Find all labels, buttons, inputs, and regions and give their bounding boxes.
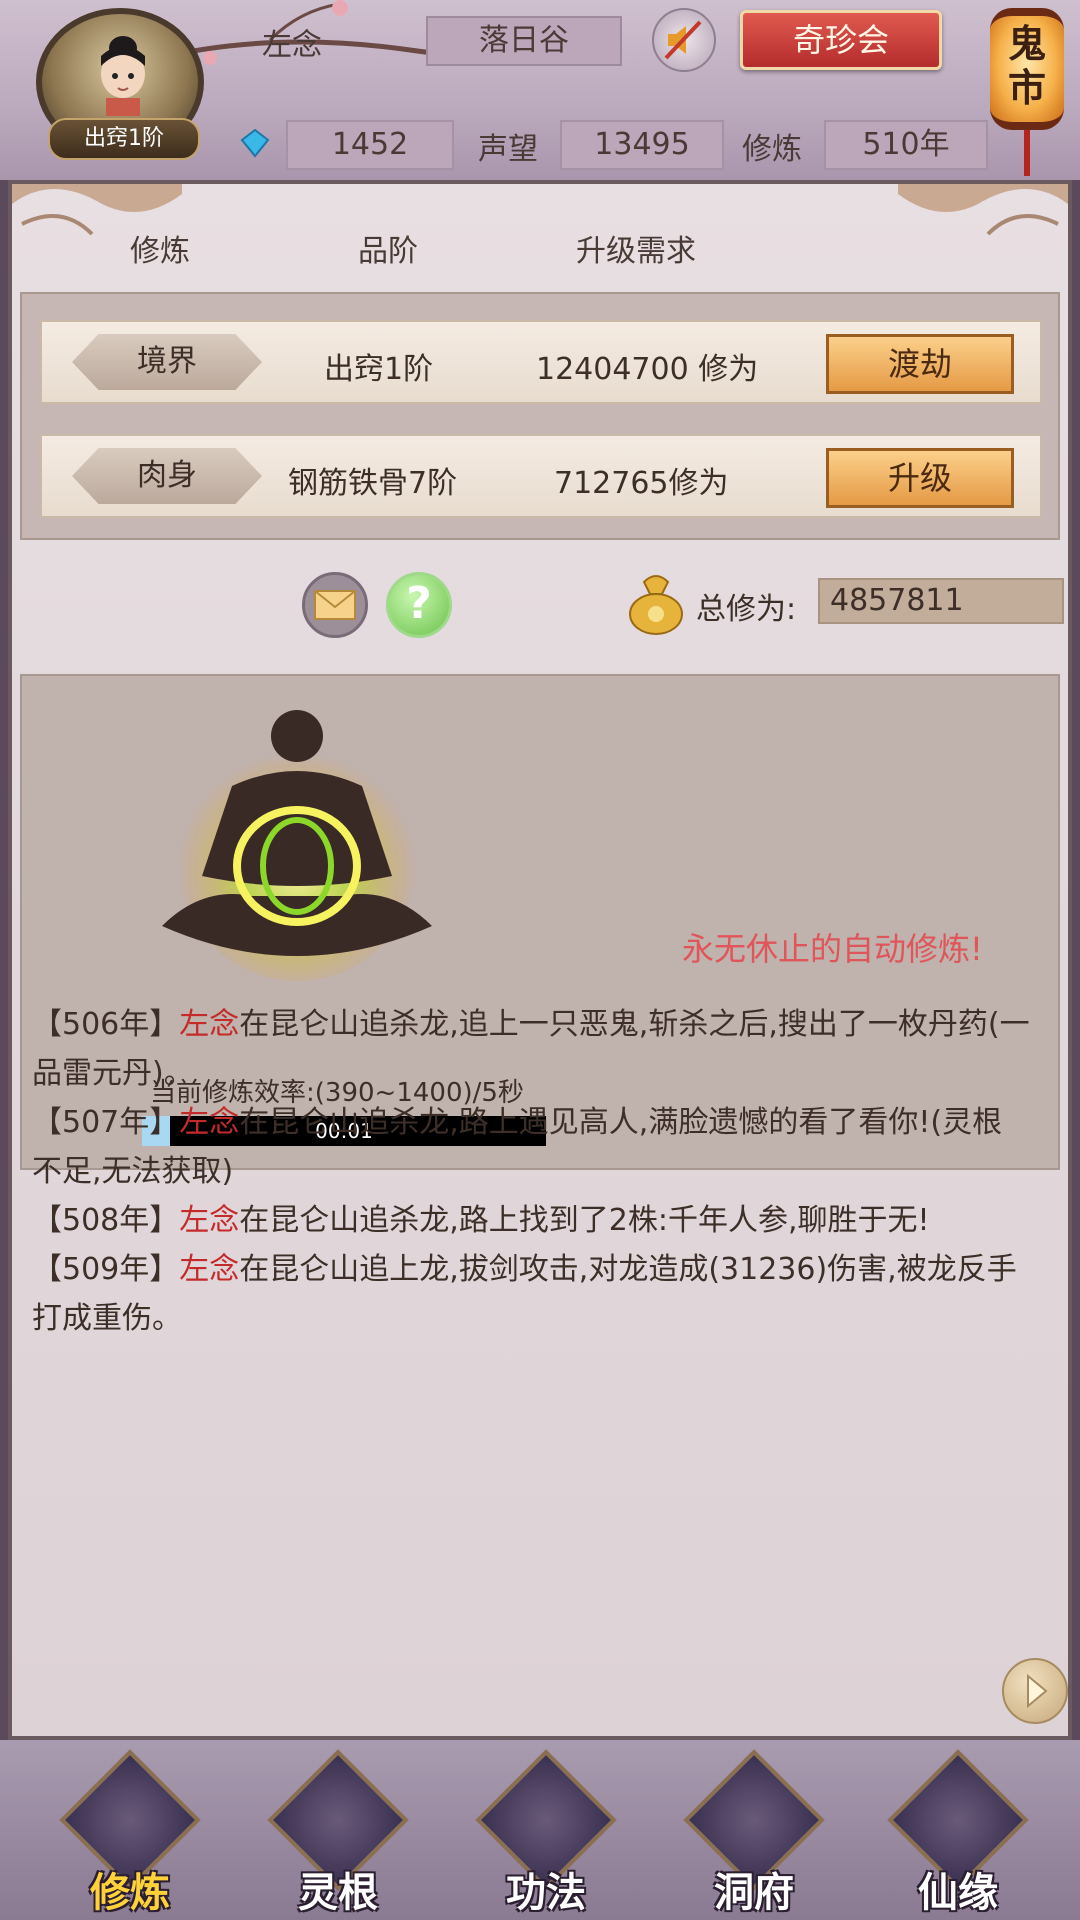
- rank-badge: 出窍1阶: [48, 118, 200, 160]
- log-entry: 【507年】左念在昆仑山追杀龙,路上遇见高人,满脸遗憾的看了看你!(灵根不足,无…: [32, 1098, 1032, 1196]
- ghost-market-label: 鬼市: [1007, 21, 1046, 110]
- realm-requirement: 12404700 修为: [536, 352, 759, 387]
- body-row: 肉身 钢筋铁骨7阶 712765修为 升级: [40, 434, 1042, 518]
- speaker-muted-icon: [664, 20, 702, 60]
- nav-spirit-root[interactable]: 灵根: [258, 1749, 418, 1920]
- realm-row: 境界 出窍1阶 12404700 修为 渡劫: [40, 320, 1042, 404]
- nav-cultivation[interactable]: 修炼: [50, 1749, 210, 1920]
- location-label[interactable]: 落日谷: [426, 16, 622, 66]
- header-upgrade-requirement: 升级需求: [576, 234, 696, 269]
- next-page-button[interactable]: [1002, 1658, 1068, 1724]
- body-tag: 肉身: [72, 448, 262, 504]
- nav-label: 修炼: [90, 1870, 170, 1916]
- gem-icon: [240, 128, 270, 158]
- log-year: 【506年】: [32, 1007, 180, 1042]
- avatar-portrait-icon: [101, 36, 145, 116]
- help-button[interactable]: ?: [386, 572, 452, 638]
- prestige-value: 13495: [560, 120, 724, 170]
- log-player-name: 左念: [179, 1105, 240, 1140]
- money-bag-icon: [629, 575, 683, 635]
- log-year: 【507年】: [32, 1105, 180, 1140]
- auto-cultivation-text: 永无休止的自动修炼!: [682, 930, 983, 968]
- log-year: 【508年】: [32, 1203, 180, 1238]
- meditating-silhouette-icon: [162, 710, 432, 981]
- cultivation-label: 修炼: [742, 132, 802, 167]
- log-player-name: 左念: [179, 1203, 240, 1238]
- cloud-ornament-right: [898, 184, 1068, 236]
- bottom-navigation: 修炼 灵根 功法 洞府 仙缘: [0, 1740, 1080, 1920]
- cultivation-years: 510年: [824, 120, 988, 170]
- gem-count: 1452: [286, 120, 454, 170]
- nav-label: 功法: [506, 1870, 586, 1916]
- mail-button[interactable]: [302, 572, 368, 638]
- player-name: 左念: [262, 28, 322, 63]
- nav-technique[interactable]: 功法: [466, 1749, 626, 1920]
- cultivation-panel: 修炼 品阶 升级需求 境界 出窍1阶 12404700 修为 渡劫 肉身 钢筋铁…: [8, 180, 1072, 1740]
- upgrade-rows: 境界 出窍1阶 12404700 修为 渡劫 肉身 钢筋铁骨7阶 712765修…: [20, 292, 1060, 540]
- body-grade: 钢筋铁骨7阶: [288, 466, 458, 501]
- treasure-auction-button[interactable]: 奇珍会: [740, 10, 942, 70]
- prestige-label: 声望: [478, 132, 538, 167]
- event-log: 【506年】左念在昆仑山追杀龙,追上一只恶鬼,斩杀之后,搜出了一枚丹药(一品雷元…: [32, 1000, 1032, 1343]
- total-cultivation-label: 总修为:: [696, 592, 797, 627]
- header-cultivation: 修炼: [130, 234, 190, 269]
- arrow-right-icon: [1027, 1673, 1048, 1709]
- log-entry: 【508年】左念在昆仑山追杀龙,路上找到了2株:千年人参,聊胜于无!: [32, 1196, 1032, 1245]
- nav-cave-dwelling[interactable]: 洞府: [674, 1749, 834, 1920]
- body-requirement: 712765修为: [554, 466, 729, 501]
- nav-label: 洞府: [714, 1870, 794, 1916]
- log-entry: 【509年】左念在昆仑山追上龙,拔剑攻击,对龙造成(31236)伤害,被龙反手打…: [32, 1245, 1032, 1343]
- nav-label: 灵根: [298, 1870, 378, 1916]
- envelope-icon: [314, 590, 356, 620]
- top-bar: 出窍1阶 左念 落日谷 奇珍会 鬼市 1452 声望 13495 修炼 510年: [0, 0, 1080, 180]
- realm-tag: 境界: [72, 334, 262, 390]
- upgrade-button[interactable]: 升级: [826, 448, 1014, 508]
- header-grade: 品阶: [358, 234, 418, 269]
- log-player-name: 左念: [179, 1252, 240, 1287]
- tribulation-button[interactable]: 渡劫: [826, 334, 1014, 394]
- log-player-name: 左念: [179, 1007, 240, 1042]
- lantern-tassel: [1024, 130, 1030, 176]
- log-text: 在昆仑山追杀龙,路上找到了2株:千年人参,聊胜于无!: [239, 1203, 930, 1238]
- nav-label: 仙缘: [918, 1870, 998, 1916]
- log-year: 【509年】: [32, 1252, 180, 1287]
- nav-immortal-fate[interactable]: 仙缘: [878, 1749, 1038, 1920]
- log-entry: 【506年】左念在昆仑山追杀龙,追上一只恶鬼,斩杀之后,搜出了一枚丹药(一品雷元…: [32, 1000, 1032, 1098]
- realm-grade: 出窍1阶: [324, 352, 434, 387]
- mute-button[interactable]: [652, 8, 716, 72]
- total-cultivation-value: 4857811: [818, 578, 1064, 624]
